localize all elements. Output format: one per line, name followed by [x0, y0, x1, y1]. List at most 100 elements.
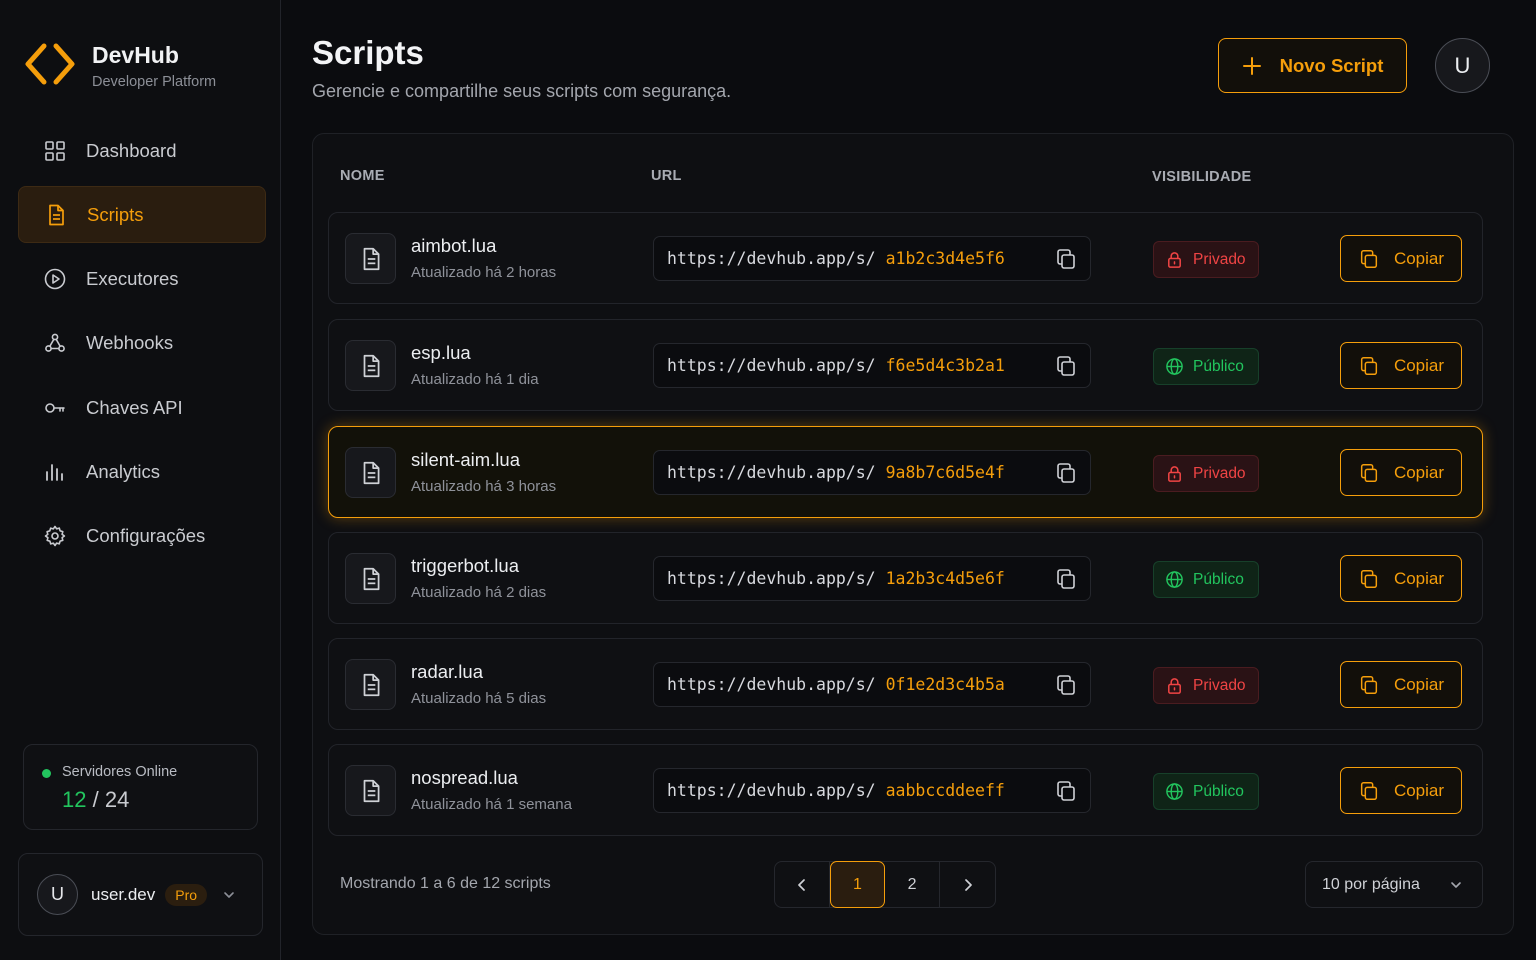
script-url-field[interactable]: https://devhub.app/s/f6e5d4c3b2a1	[653, 343, 1091, 388]
copy-url-icon[interactable]	[1054, 567, 1078, 591]
visibility-badge: Público	[1153, 561, 1259, 598]
visibility-label: Privado	[1193, 676, 1246, 694]
key-icon	[42, 395, 68, 421]
scripts-table: NOME URL VISIBILIDADE aimbot.lua Atualiza…	[312, 133, 1514, 935]
script-name: silent-aim.lua	[411, 449, 520, 470]
sidebar-item-webhooks[interactable]: Webhooks	[18, 315, 266, 372]
brand-name: DevHub	[92, 42, 179, 68]
copy-icon	[1358, 248, 1380, 270]
globe-icon	[1165, 570, 1184, 589]
table-row[interactable]: triggerbot.lua Atualizado há 2 dias https:…	[328, 532, 1483, 624]
script-name: aimbot.lua	[411, 235, 497, 256]
copy-button[interactable]: Copiar	[1340, 661, 1462, 708]
header-avatar[interactable]: U	[1435, 38, 1490, 93]
table-row[interactable]: aimbot.lua Atualizado há 2 horas https://d…	[328, 212, 1483, 304]
servers-count-separator: /	[92, 787, 99, 812]
visibility-label: Público	[1193, 782, 1244, 800]
url-base: https://devhub.app/s/	[667, 249, 876, 268]
url-base: https://devhub.app/s/	[667, 463, 876, 482]
copy-label: Copiar	[1393, 674, 1445, 694]
sidebar-item-configuracoes[interactable]: Configurações	[18, 508, 266, 565]
per-page-select[interactable]: 10 por página	[1305, 861, 1483, 908]
copy-url-icon[interactable]	[1054, 247, 1078, 271]
script-name: triggerbot.lua	[411, 555, 519, 576]
sidebar-item-analytics[interactable]: Analytics	[18, 443, 266, 500]
plus-icon	[1242, 56, 1261, 75]
sidebar-item-chaves-api[interactable]: Chaves API	[18, 379, 266, 436]
servers-online-card: Servidores Online 12 / 24	[23, 744, 258, 830]
sidebar-nav: Dashboard Scripts Executores Webhooks Chaves…	[18, 122, 266, 572]
script-url-field[interactable]: https://devhub.app/s/1a2b3c4d5e6f	[653, 556, 1091, 601]
new-script-button[interactable]: Novo Script	[1218, 38, 1407, 93]
lock-icon	[1165, 250, 1184, 269]
file-icon	[345, 553, 396, 604]
script-updated: Atualizado há 2 horas	[411, 264, 557, 281]
per-page-value: 10 por página	[1322, 875, 1420, 893]
url-base: https://devhub.app/s/	[667, 569, 876, 588]
url-base: https://devhub.app/s/	[667, 675, 876, 694]
visibility-badge: Público	[1153, 348, 1259, 385]
script-url-field[interactable]: https://devhub.app/s/9a8b7c6d5e4f	[653, 450, 1091, 495]
file-icon	[43, 202, 69, 228]
copy-label: Copiar	[1393, 355, 1445, 375]
page-button-1[interactable]: 1	[830, 861, 886, 908]
table-row[interactable]: esp.lua Atualizado há 1 dia https://devhub…	[328, 319, 1483, 411]
previous-page-button[interactable]	[775, 862, 830, 907]
page-subtitle: Gerencie e compartilhe seus scripts com …	[312, 81, 732, 101]
copy-url-icon[interactable]	[1054, 354, 1078, 378]
next-page-button[interactable]	[940, 862, 995, 907]
online-status-dot	[42, 769, 51, 778]
visibility-label: Público	[1193, 357, 1244, 375]
plan-badge: Pro	[165, 883, 208, 906]
table-row[interactable]: silent-aim.lua Atualizado há 3 horas https…	[328, 426, 1483, 518]
sidebar-item-executores[interactable]: Executores	[18, 251, 266, 308]
url-base: https://devhub.app/s/	[667, 356, 876, 375]
copy-button[interactable]: Copiar	[1340, 449, 1462, 496]
script-url-field[interactable]: https://devhub.app/s/aabbccddeeff	[653, 768, 1091, 813]
copy-button[interactable]: Copiar	[1340, 342, 1462, 389]
grid-icon	[42, 138, 68, 164]
script-updated: Atualizado há 1 semana	[411, 796, 572, 813]
copy-button[interactable]: Copiar	[1340, 555, 1462, 602]
script-updated: Atualizado há 1 dia	[411, 371, 539, 388]
sidebar-item-scripts[interactable]: Scripts	[18, 186, 266, 244]
visibility-badge: Privado	[1153, 241, 1259, 278]
chevron-left-icon	[798, 878, 805, 891]
page-title: Scripts	[312, 34, 424, 71]
copy-url-icon[interactable]	[1054, 461, 1078, 485]
page-button-2[interactable]: 2	[885, 862, 941, 907]
script-name: radar.lua	[411, 661, 483, 682]
servers-online-label: Servidores Online	[62, 764, 178, 780]
script-url-field[interactable]: https://devhub.app/s/0f1e2d3c4b5a	[653, 662, 1091, 707]
sidebar-item-dashboard[interactable]: Dashboard	[18, 122, 266, 179]
visibility-badge: Privado	[1153, 455, 1259, 492]
script-url-field[interactable]: https://devhub.app/s/a1b2c3d4e5f6	[653, 236, 1091, 281]
sidebar-item-label: Webhooks	[86, 332, 174, 354]
copy-url-icon[interactable]	[1054, 779, 1078, 803]
servers-online-value: 12	[62, 787, 87, 812]
globe-icon	[1165, 357, 1184, 376]
brand-subtitle: Developer Platform	[92, 74, 217, 90]
bar-chart-icon	[42, 459, 68, 485]
copy-button[interactable]: Copiar	[1340, 767, 1462, 814]
copy-label: Copiar	[1393, 568, 1445, 588]
user-name: user.dev	[91, 884, 156, 904]
visibility-label: Privado	[1193, 464, 1246, 482]
copy-label: Copiar	[1393, 780, 1445, 800]
copy-button[interactable]: Copiar	[1340, 235, 1462, 282]
table-row[interactable]: nospread.lua Atualizado há 1 semana https:…	[328, 744, 1483, 836]
pagination: 1 2	[774, 861, 996, 908]
url-id: 0f1e2d3c4b5a	[885, 675, 1005, 694]
sidebar-item-label: Scripts	[87, 203, 144, 225]
code-brackets-logo-icon	[25, 43, 75, 85]
copy-icon	[1358, 780, 1380, 802]
visibility-badge: Público	[1153, 773, 1259, 810]
copy-url-icon[interactable]	[1054, 673, 1078, 697]
column-header-url: URL	[651, 168, 682, 184]
user-menu[interactable]: U user.dev Pro	[18, 853, 263, 936]
brand[interactable]: DevHub Developer Platform	[24, 40, 216, 90]
file-icon	[345, 659, 396, 710]
copy-icon	[1358, 355, 1380, 377]
sidebar-item-label: Analytics	[86, 460, 161, 482]
table-row[interactable]: radar.lua Atualizado há 5 dias https://dev…	[328, 638, 1483, 730]
